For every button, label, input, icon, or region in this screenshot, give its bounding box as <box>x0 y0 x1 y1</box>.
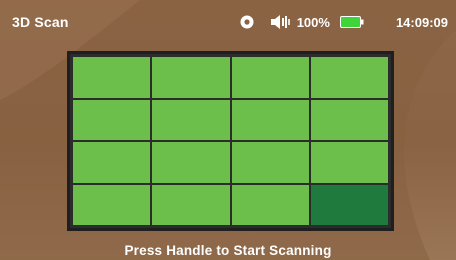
battery-percent: 100% <box>296 14 330 30</box>
scan-cell <box>310 142 388 183</box>
scan-screen: 3D Scan 100% 14:09:09 Press Handle to St… <box>0 0 456 260</box>
scan-cell <box>152 99 230 140</box>
scan-cell <box>73 184 151 225</box>
scan-cell <box>152 184 230 225</box>
scan-cell <box>231 57 309 98</box>
scan-cell <box>73 99 151 140</box>
gear-icon[interactable] <box>239 14 255 30</box>
scan-cell <box>73 57 151 98</box>
scan-cell <box>152 57 230 98</box>
scan-cell <box>231 184 309 225</box>
status-bar: 3D Scan 100% 14:09:09 <box>0 0 456 40</box>
scan-cell <box>310 184 388 225</box>
scan-grid-cells <box>73 57 388 225</box>
scan-cell <box>310 99 388 140</box>
scan-cell <box>231 99 309 140</box>
battery-icon <box>339 16 364 28</box>
scan-cell <box>310 57 388 98</box>
status-indicators: 100% 14:09:09 <box>239 14 448 30</box>
scan-grid <box>67 51 394 231</box>
scan-cell <box>231 142 309 183</box>
scan-prompt: Press Handle to Start Scanning <box>124 243 332 258</box>
clock-time: 14:09:09 <box>395 14 448 30</box>
scan-cell <box>73 142 151 183</box>
screen-title: 3D Scan <box>12 14 69 30</box>
speaker-icon[interactable] <box>269 14 291 30</box>
scan-cell <box>152 142 230 183</box>
